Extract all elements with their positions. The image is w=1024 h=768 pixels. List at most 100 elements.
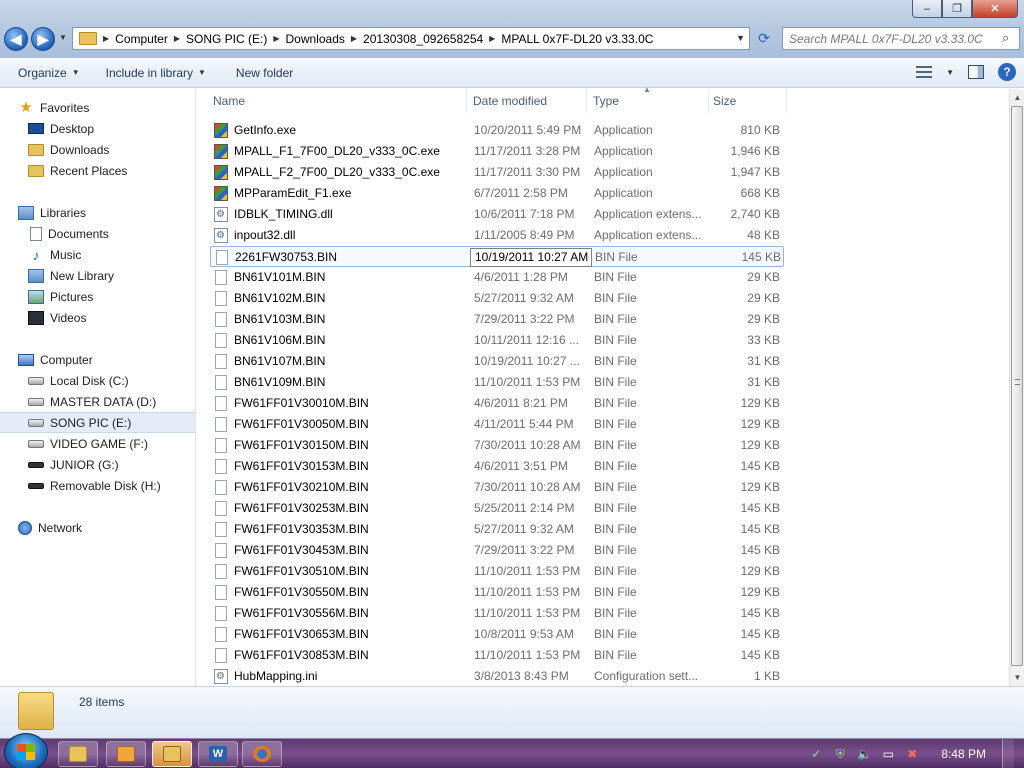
file-row[interactable]: GetInfo.exe 10/20/2011 5:49 PM Application… — [210, 120, 784, 141]
nav-network[interactable]: Network — [18, 517, 214, 538]
file-type: BIN File — [594, 648, 637, 662]
nav-drive-g[interactable]: JUNIOR (G:) — [28, 454, 224, 475]
network-error-icon[interactable]: ✖ — [905, 747, 919, 761]
file-row[interactable]: FW61FF01V30210M.BIN 7/30/2011 10:28 AM BIN… — [210, 477, 784, 498]
search-icon[interactable]: ⌕ — [1002, 30, 1018, 46]
taskbar-media-player[interactable] — [106, 741, 146, 767]
taskbar-word[interactable]: W — [198, 741, 238, 767]
column-date-modified[interactable]: Date modified — [469, 89, 587, 113]
scrollbar-thumb[interactable] — [1011, 106, 1023, 666]
nav-new-library[interactable]: New Library — [28, 265, 224, 286]
help-icon[interactable]: ? — [998, 63, 1016, 81]
file-size: 129 KB — [740, 585, 780, 599]
taskbar-explorer[interactable] — [58, 741, 98, 767]
include-in-library-menu[interactable]: Include in library ▼ — [106, 66, 206, 80]
nav-recent-places[interactable]: Recent Places — [28, 160, 224, 181]
clock[interactable]: 8:48 PM — [941, 747, 986, 761]
organize-menu[interactable]: Organize ▼ — [18, 66, 80, 80]
nav-libraries[interactable]: Libraries — [18, 202, 214, 223]
nav-documents[interactable]: Documents — [28, 223, 224, 244]
nav-desktop[interactable]: Desktop — [28, 118, 224, 139]
file-row[interactable]: MPALL_F1_7F00_DL20_v333_0C.exe 11/17/2011… — [210, 141, 784, 162]
volume-icon[interactable]: 🔈 — [857, 747, 872, 761]
taskbar-firefox[interactable] — [242, 741, 282, 767]
file-row[interactable]: FW61FF01V30550M.BIN 11/10/2011 1:53 PM BIN… — [210, 582, 784, 603]
breadcrumb-downloads[interactable]: Downloads — [286, 32, 345, 46]
address-history-dropdown[interactable]: ▼ — [736, 33, 745, 43]
recent-pages-dropdown[interactable]: ▼ — [59, 33, 67, 42]
maximize-button[interactable]: ❐ — [942, 0, 972, 18]
file-row[interactable]: FW61FF01V30050M.BIN 4/11/2011 5:44 PM BIN … — [210, 414, 784, 435]
breadcrumb-dated-folder[interactable]: 20130308_092658254 — [363, 32, 483, 46]
file-row[interactable]: FW61FF01V30453M.BIN 7/29/2011 3:22 PM BIN … — [210, 540, 784, 561]
file-row[interactable]: BN61V107M.BIN 10/19/2011 10:27 ... BIN Fil… — [210, 351, 784, 372]
file-row[interactable]: FW61FF01V30150M.BIN 7/30/2011 10:28 AM BIN… — [210, 435, 784, 456]
chevron-right-icon[interactable]: ▶ — [489, 34, 495, 43]
file-type: BIN File — [594, 522, 637, 536]
chevron-right-icon[interactable]: ▶ — [273, 34, 279, 43]
file-row[interactable]: FW61FF01V30853M.BIN 11/10/2011 1:53 PM BIN… — [210, 645, 784, 666]
breadcrumb-mpall[interactable]: MPALL 0x7F-DL20 v3.33.0C — [501, 32, 653, 46]
file-row[interactable]: MPALL_F2_7F00_DL20_v333_0C.exe 11/17/2011… — [210, 162, 784, 183]
file-row[interactable]: BN61V101M.BIN 4/6/2011 1:28 PM BIN File 29 … — [210, 267, 784, 288]
start-button[interactable] — [4, 733, 48, 768]
minimize-button[interactable]: – — [912, 0, 942, 18]
nav-downloads[interactable]: Downloads — [28, 139, 224, 160]
scroll-up-icon[interactable]: ▲ — [1010, 89, 1024, 105]
vertical-scrollbar[interactable]: ▲ ▼ — [1009, 89, 1024, 686]
nav-favorites[interactable]: ★ Favorites — [18, 97, 214, 118]
file-row[interactable]: FW61FF01V30010M.BIN 4/6/2011 8:21 PM BIN F… — [210, 393, 784, 414]
file-row[interactable]: IDBLK_TIMING.dll 10/6/2011 7:18 PM Applica… — [210, 204, 784, 225]
nav-drive-c[interactable]: Local Disk (C:) — [28, 370, 224, 391]
breadcrumb-song-pic[interactable]: SONG PIC (E:) — [186, 32, 267, 46]
address-bar[interactable]: ▶ Computer ▶ SONG PIC (E:) ▶ Downloads ▶… — [72, 27, 750, 50]
file-row[interactable]: FW61FF01V30353M.BIN 5/27/2011 9:32 AM BIN … — [210, 519, 784, 540]
nav-videos[interactable]: Videos — [28, 307, 224, 328]
update-icon[interactable]: ✓ — [809, 747, 823, 761]
file-row[interactable]: FW61FF01V30510M.BIN 11/10/2011 1:53 PM BIN… — [210, 561, 784, 582]
show-desktop-button[interactable] — [1002, 739, 1014, 768]
chevron-right-icon[interactable]: ▶ — [351, 34, 357, 43]
caret-down-icon[interactable]: ▼ — [946, 68, 954, 77]
nav-pictures[interactable]: Pictures — [28, 286, 224, 307]
nav-drive-h[interactable]: Removable Disk (H:) — [28, 475, 224, 496]
forward-button[interactable]: ▶ — [31, 27, 55, 51]
file-row[interactable]: FW61FF01V30253M.BIN 5/25/2011 2:14 PM BIN … — [210, 498, 784, 519]
scroll-down-icon[interactable]: ▼ — [1010, 669, 1024, 685]
file-row[interactable]: BN61V106M.BIN 10/11/2011 12:16 ... BIN Fil… — [210, 330, 784, 351]
refresh-button[interactable]: ⟳ — [752, 27, 776, 50]
file-type: Application — [594, 123, 653, 137]
file-row[interactable]: 2261FW30753.BIN 10/19/2011 10:27 AM BIN Fi… — [210, 246, 784, 267]
file-row[interactable]: BN61V109M.BIN 11/10/2011 1:53 PM BIN File 3… — [210, 372, 784, 393]
display-icon[interactable]: ▭ — [881, 747, 895, 761]
search-input[interactable]: Search MPALL 0x7F-DL20 v3.33.0C — [782, 27, 1020, 50]
preview-pane-icon[interactable] — [968, 65, 984, 79]
file-row[interactable]: inpout32.dll 1/11/2005 8:49 PM Application… — [210, 225, 784, 246]
close-button[interactable]: ✕ — [972, 0, 1018, 18]
nav-drive-d[interactable]: MASTER DATA (D:) — [28, 391, 224, 412]
file-row[interactable]: MPParamEdit_F1.exe 6/7/2011 2:58 PM Applic… — [210, 183, 784, 204]
file-row[interactable]: FW61FF01V30653M.BIN 10/8/2011 9:53 AM BIN … — [210, 624, 784, 645]
taskbar-active-window[interactable] — [152, 741, 192, 767]
file-type: BIN File — [595, 250, 638, 264]
file-size: 810 KB — [740, 123, 780, 137]
file-row[interactable]: FW61FF01V30153M.BIN 4/6/2011 3:51 PM BIN F… — [210, 456, 784, 477]
file-row[interactable]: FW61FF01V30556M.BIN 11/10/2011 1:53 PM BIN… — [210, 603, 784, 624]
nav-drive-e[interactable]: SONG PIC (E:) — [0, 412, 196, 433]
column-name[interactable]: Name — [209, 89, 467, 113]
nav-computer[interactable]: Computer — [18, 349, 214, 370]
breadcrumb-computer[interactable]: Computer — [115, 32, 168, 46]
file-row[interactable]: BN61V102M.BIN 5/27/2011 9:32 AM BIN File 29… — [210, 288, 784, 309]
nav-music[interactable]: ♪ Music — [28, 244, 224, 265]
security-icon[interactable]: ⛨ — [833, 747, 847, 761]
new-folder-button[interactable]: New folder — [236, 66, 293, 80]
file-name: FW61FF01V30253M.BIN — [234, 501, 369, 515]
chevron-right-icon[interactable]: ▶ — [103, 34, 109, 43]
change-view-icon[interactable] — [916, 66, 933, 78]
file-row[interactable]: BN61V103M.BIN 7/29/2011 3:22 PM BIN File 29… — [210, 309, 784, 330]
chevron-right-icon[interactable]: ▶ — [174, 34, 180, 43]
back-button[interactable]: ◀ — [4, 27, 28, 51]
nav-drive-f[interactable]: VIDEO GAME (F:) — [28, 433, 224, 454]
column-size[interactable]: Size — [709, 89, 787, 113]
file-row[interactable]: HubMapping.ini 3/8/2013 8:43 PM Configurat… — [210, 666, 784, 687]
